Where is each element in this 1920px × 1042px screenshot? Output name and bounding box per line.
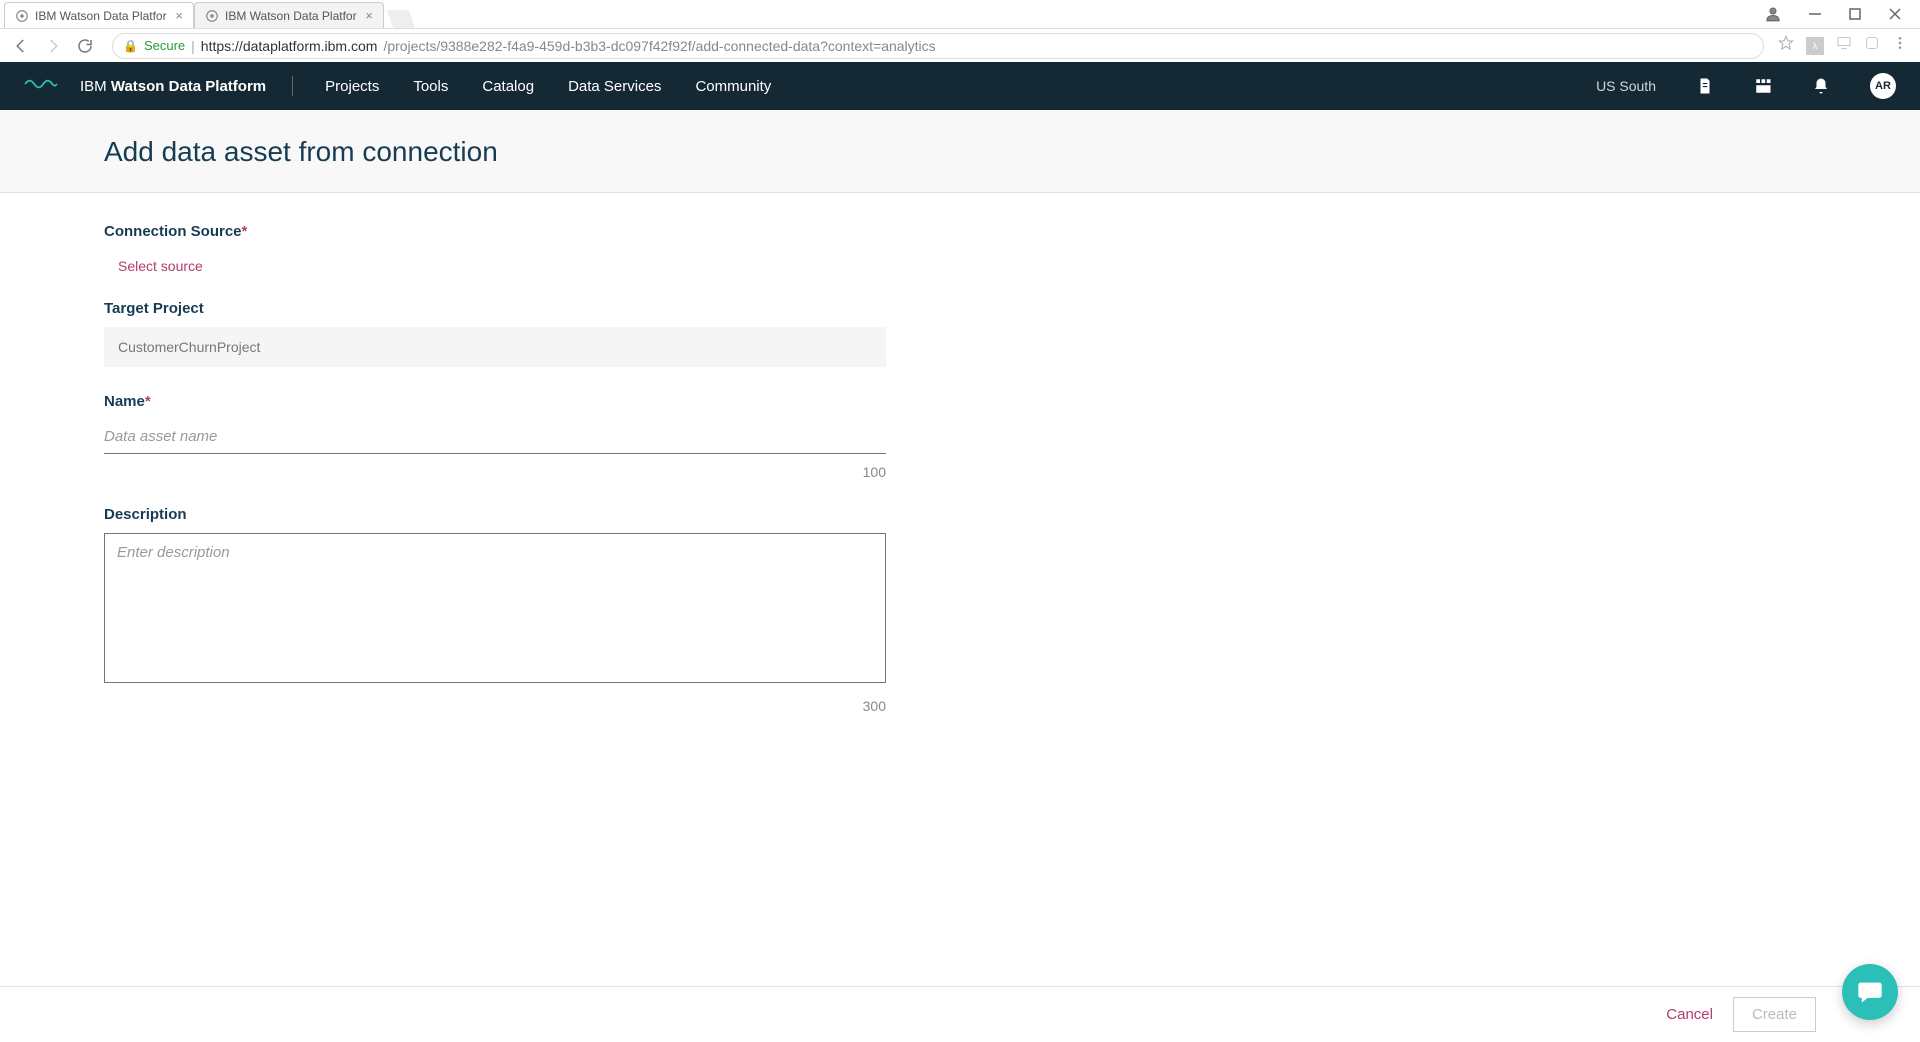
field-description: Description 300 <box>104 506 886 714</box>
name-char-count: 100 <box>104 464 886 480</box>
create-button[interactable]: Create <box>1733 997 1816 1032</box>
apps-icon[interactable] <box>1754 77 1772 95</box>
chrome-account-icon[interactable] <box>1764 5 1782 28</box>
window-controls <box>1764 5 1920 28</box>
ext-icon[interactable] <box>1864 35 1880 56</box>
description-char-count: 300 <box>104 698 886 714</box>
form: Connection Source* Select source Target … <box>0 193 990 770</box>
browser-tab-active[interactable]: IBM Watson Data Platfor × <box>4 2 194 28</box>
star-icon[interactable] <box>1778 35 1794 56</box>
region-label[interactable]: US South <box>1596 78 1656 94</box>
secure-label: Secure <box>144 38 185 53</box>
tab-title: IBM Watson Data Platfor <box>225 9 357 23</box>
target-project-value: CustomerChurnProject <box>104 327 886 367</box>
field-name: Name* 100 <box>104 393 886 480</box>
description-input[interactable] <box>104 533 886 683</box>
watson-icon <box>205 9 219 23</box>
window-close-icon[interactable] <box>1888 7 1902 26</box>
connection-source-label: Connection Source* <box>104 223 886 240</box>
new-tab-button[interactable] <box>387 10 416 28</box>
maximize-icon[interactable] <box>1848 7 1862 26</box>
nav-data-services[interactable]: Data Services <box>562 78 667 95</box>
url-host: https://dataplatform.ibm.com <box>201 38 378 54</box>
nav-tools[interactable]: Tools <box>407 78 454 95</box>
separator <box>292 76 293 96</box>
footer-bar: Cancel Create <box>0 986 1920 1042</box>
name-label: Name* <box>104 393 886 410</box>
address-bar: 🔒 Secure | https://dataplatform.ibm.com /… <box>0 28 1920 62</box>
description-label: Description <box>104 506 886 523</box>
field-target-project: Target Project CustomerChurnProject <box>104 300 886 367</box>
back-button[interactable] <box>12 37 30 55</box>
url-path: /projects/9388e282-f4a9-459d-b3b3-dc097f… <box>383 38 935 54</box>
url-separator: | <box>191 38 195 54</box>
nav-community[interactable]: Community <box>689 78 777 95</box>
menu-icon[interactable] <box>1892 35 1908 56</box>
tab-title: IBM Watson Data Platfor <box>35 9 167 23</box>
bell-icon[interactable] <box>1812 77 1830 95</box>
minimize-icon[interactable] <box>1808 7 1822 26</box>
nav-catalog[interactable]: Catalog <box>476 78 540 95</box>
nav-projects[interactable]: Projects <box>319 78 385 95</box>
watson-icon <box>15 9 29 23</box>
select-source-link[interactable]: Select source <box>104 250 886 274</box>
close-icon[interactable]: × <box>175 8 183 23</box>
watson-logo-icon[interactable] <box>24 74 58 99</box>
field-connection-source: Connection Source* Select source <box>104 223 886 274</box>
chat-fab[interactable] <box>1842 964 1898 1020</box>
cast-icon[interactable] <box>1836 35 1852 56</box>
browser-chrome: IBM Watson Data Platfor × IBM Watson Dat… <box>0 0 1920 62</box>
browser-tab[interactable]: IBM Watson Data Platfor × <box>194 2 384 28</box>
cancel-button[interactable]: Cancel <box>1666 1006 1713 1023</box>
document-icon[interactable] <box>1696 77 1714 95</box>
target-project-label: Target Project <box>104 300 886 317</box>
page-title: Add data asset from connection <box>0 136 1920 168</box>
chat-icon <box>1856 978 1884 1006</box>
pdf-extension-icon[interactable]: λ <box>1806 37 1824 55</box>
name-input[interactable] <box>104 420 886 454</box>
forward-button <box>44 37 62 55</box>
app-header: IBM Watson Data Platform Projects Tools … <box>0 62 1920 110</box>
reload-button[interactable] <box>76 37 94 55</box>
brand-label: IBM Watson Data Platform <box>80 78 266 95</box>
page-title-bar: Add data asset from connection <box>0 110 1920 193</box>
lock-icon: 🔒 <box>123 39 138 53</box>
tab-bar: IBM Watson Data Platfor × IBM Watson Dat… <box>0 0 1920 28</box>
close-icon[interactable]: × <box>365 8 373 23</box>
url-field[interactable]: 🔒 Secure | https://dataplatform.ibm.com /… <box>112 33 1764 59</box>
avatar[interactable]: AR <box>1870 73 1896 99</box>
